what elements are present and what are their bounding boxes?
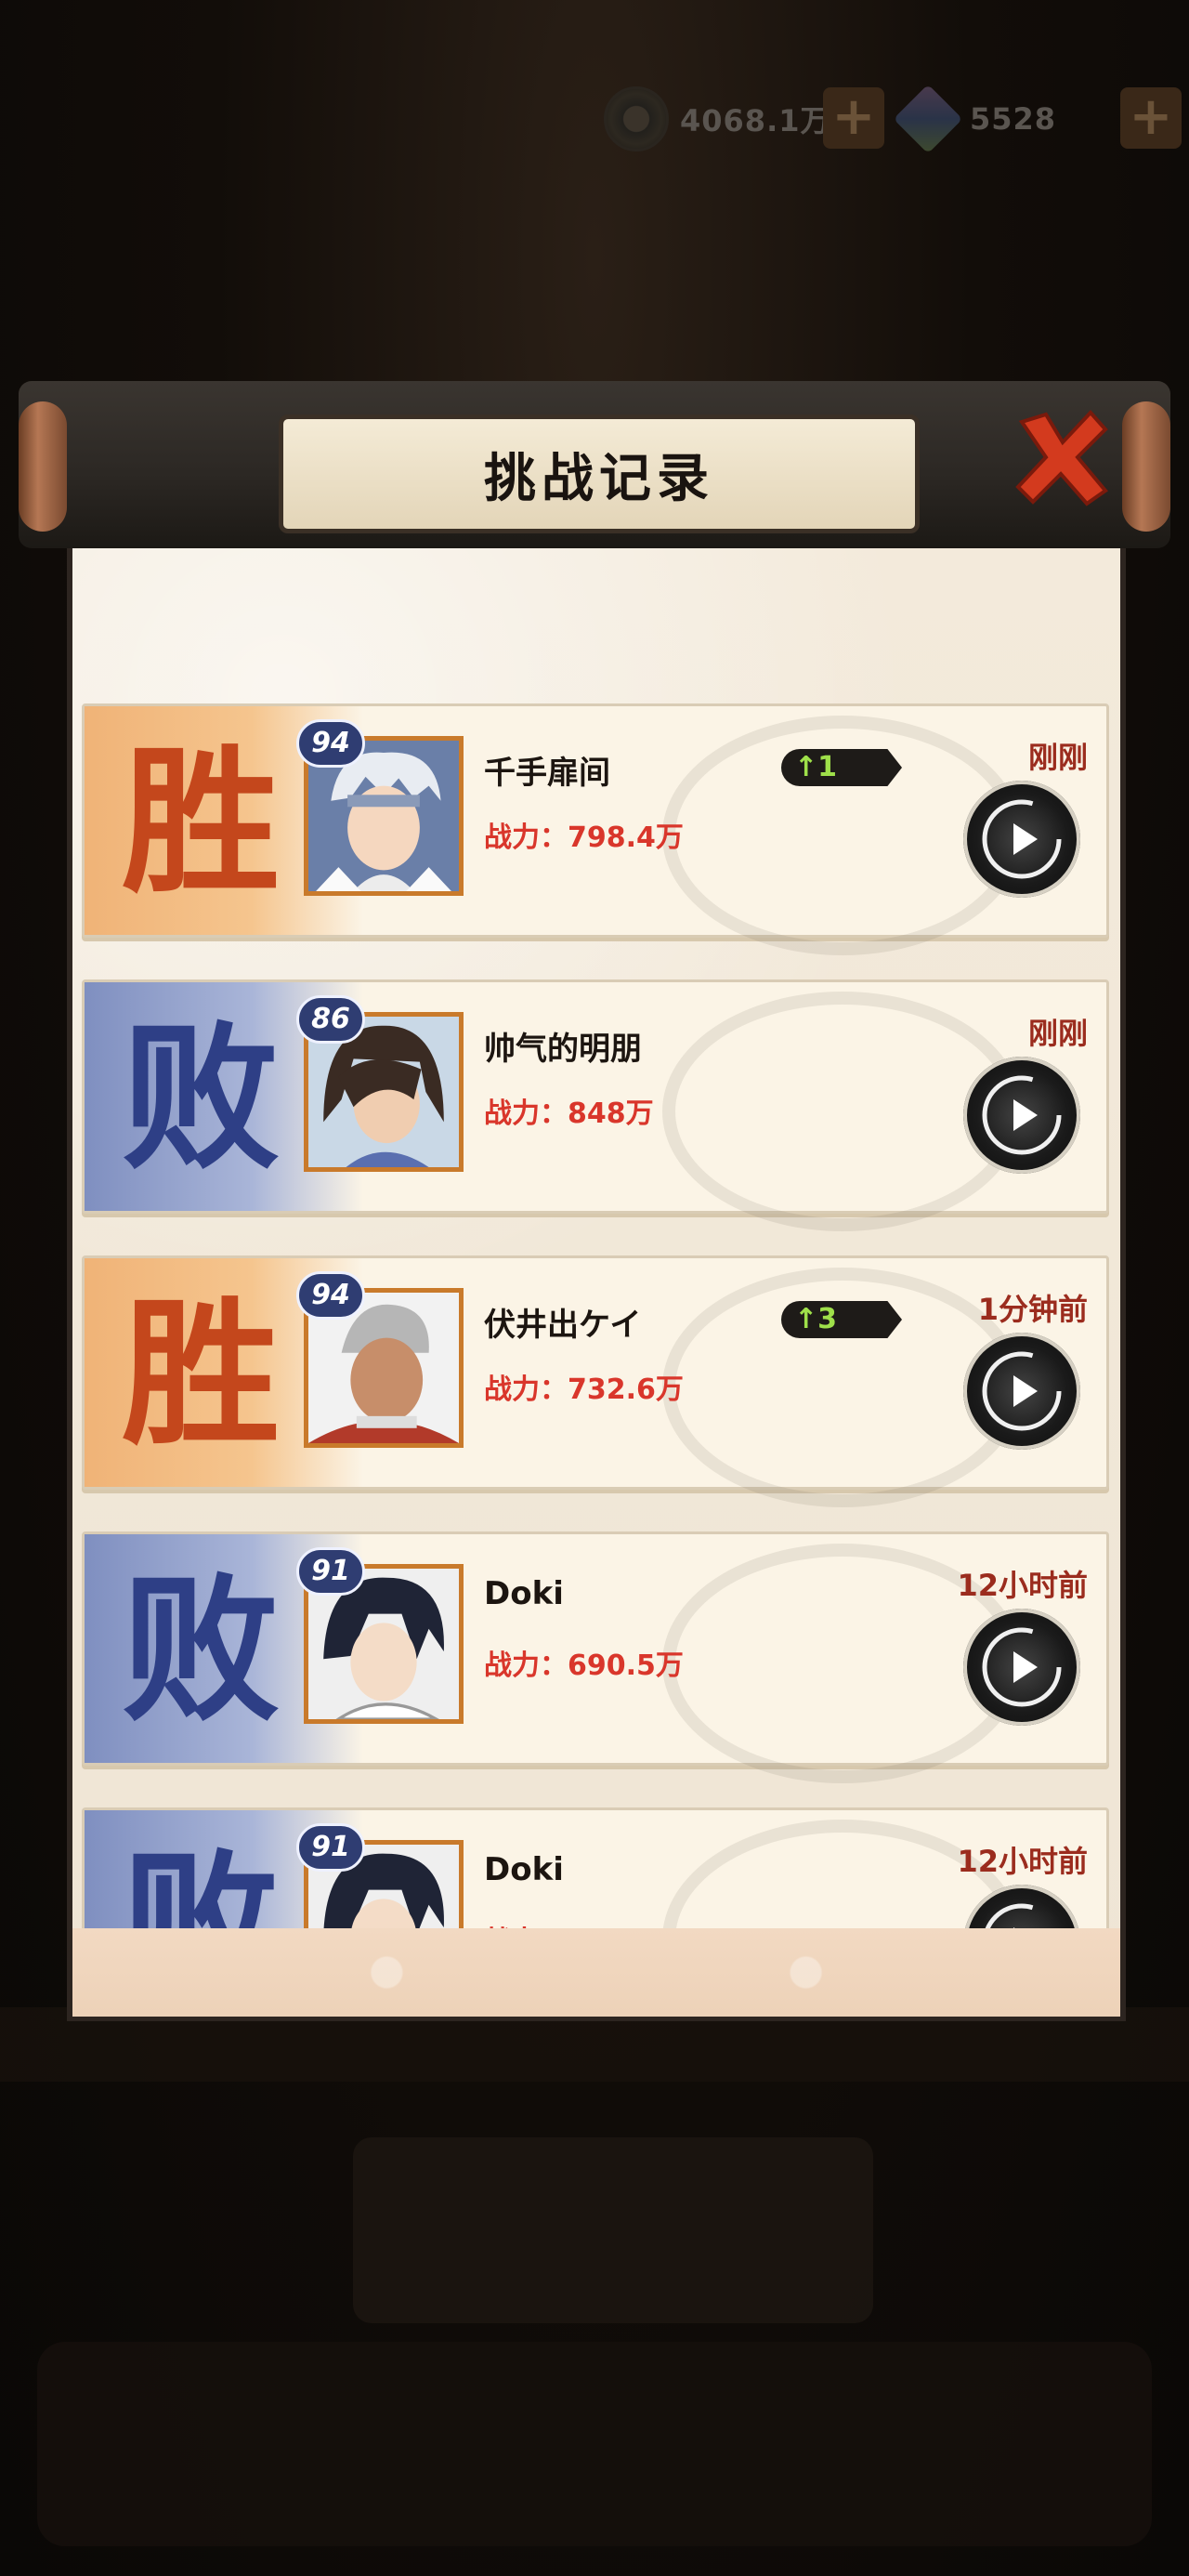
arrow-up-icon: ↑ <box>794 1303 818 1335</box>
level-badge: 86 <box>296 995 365 1044</box>
opponent-name: Doki <box>484 1575 564 1612</box>
dialog-title-plaque: 挑战记录 <box>279 414 920 533</box>
replay-button[interactable] <box>963 1609 1080 1726</box>
coin-counter: 4068.1万 <box>604 82 831 156</box>
background-blur <box>353 2137 873 2323</box>
result-label: 胜 <box>122 729 281 915</box>
play-icon <box>982 799 1062 879</box>
rank-change-value: 3 <box>817 1303 838 1335</box>
replay-button[interactable] <box>963 1057 1080 1174</box>
gem-counter: 5528 <box>893 82 1057 156</box>
level-badge: 91 <box>296 1547 365 1596</box>
result-label: 败 <box>122 1005 281 1191</box>
opponent-name: 伏井出ケイ <box>484 1307 642 1344</box>
rank-change-value: 1 <box>817 751 838 783</box>
record-time: 12小时前 <box>957 1568 1088 1603</box>
coin-icon <box>604 86 669 151</box>
panel-bottom-band <box>72 1928 1120 2017</box>
scroll-roll-left <box>19 401 67 532</box>
result-label: 败 <box>122 1557 281 1743</box>
add-coins-button[interactable]: + <box>823 87 884 149</box>
arrow-up-icon: ↑ <box>794 751 818 783</box>
level-badge: 91 <box>296 1823 365 1872</box>
rank-up-badge: ↑1 <box>781 749 902 786</box>
rank-up-badge: ↑3 <box>781 1301 902 1338</box>
play-icon <box>982 1627 1062 1707</box>
record-row: 胜 94 伏井出ケイ 战力：732.6万 ↑3 1分钟前 <box>82 1255 1109 1507</box>
opponent-power: 战力：848万 <box>484 1097 654 1130</box>
opponent-power: 战力：690.5万 <box>484 1649 684 1682</box>
record-time: 12小时前 <box>957 1844 1088 1879</box>
gem-icon <box>893 84 963 154</box>
result-label: 败 <box>122 1833 281 1930</box>
close-x-icon <box>1015 410 1108 506</box>
record-time: 刚刚 <box>1027 740 1088 775</box>
gem-value: 5528 <box>970 101 1057 137</box>
opponent-name: 千手扉间 <box>484 755 610 792</box>
play-icon <box>982 1351 1062 1431</box>
opponent-name: 帅气的明朋 <box>484 1031 642 1068</box>
record-time: 1分钟前 <box>977 1292 1088 1327</box>
opponent-name: Doki <box>484 1851 564 1888</box>
dialog-title: 挑战记录 <box>484 448 714 509</box>
replay-button[interactable] <box>963 781 1080 898</box>
close-button[interactable] <box>1005 401 1117 513</box>
add-gems-button[interactable]: + <box>1120 87 1182 149</box>
coin-value: 4068.1万 <box>680 103 831 138</box>
replay-button[interactable] <box>963 1333 1080 1450</box>
record-list[interactable]: 胜 94 千手扉间 战力：798.4万 ↑1 刚刚 败 86 帅气的明朋 战力：… <box>72 692 1120 1930</box>
record-row: 胜 94 千手扉间 战力：798.4万 ↑1 刚刚 <box>82 703 1109 955</box>
play-icon <box>984 1903 1060 1930</box>
play-icon <box>982 1075 1062 1155</box>
record-row: 败 86 帅气的明朋 战力：848万 刚刚 <box>82 979 1109 1231</box>
record-row: 败 91 Doki 战力：690.5万 12小时前 <box>82 1531 1109 1783</box>
record-time: 刚刚 <box>1027 1016 1088 1051</box>
result-label: 胜 <box>122 1281 281 1467</box>
level-badge: 94 <box>296 719 365 768</box>
level-badge: 94 <box>296 1271 365 1320</box>
replay-button[interactable] <box>963 1885 1080 1930</box>
record-row: 败 91 Doki 战力：690.5万 12小时前 <box>82 1807 1109 1930</box>
opponent-power: 战力：732.6万 <box>484 1373 684 1406</box>
opponent-power: 战力：798.4万 <box>484 821 684 854</box>
background-blur <box>37 2342 1152 2546</box>
scroll-roll-right <box>1122 401 1170 532</box>
currency-bar: 4068.1万 + 5528 + <box>604 82 1189 156</box>
